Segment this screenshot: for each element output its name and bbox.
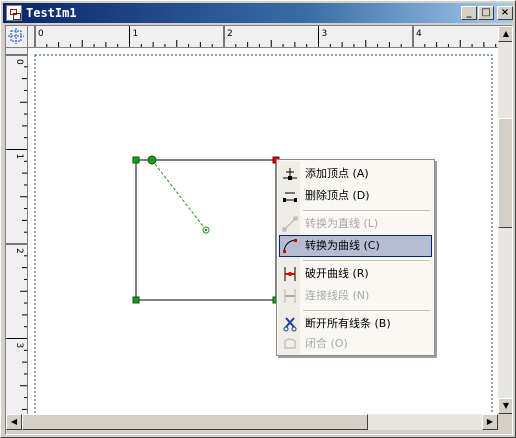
ruler-label: 4 <box>416 29 422 39</box>
menu-item-join-segments[interactable]: 连接线段 (N) <box>279 285 432 307</box>
menu-separator <box>303 210 430 211</box>
menu-item-close-path[interactable]: 闭合 (O) <box>279 333 432 355</box>
ruler-label: 1 <box>133 29 139 39</box>
horizontal-ruler[interactable]: 0 1 2 3 4 <box>28 26 498 48</box>
app-icon[interactable] <box>6 5 22 21</box>
vertical-ruler[interactable]: 0 1 2 3 <box>6 48 28 414</box>
control-handle-end-dot <box>204 228 208 232</box>
cut-all-icon <box>283 317 297 332</box>
vertical-scrollbar[interactable]: ▲ ▼ <box>498 26 512 414</box>
close-path-icon <box>284 338 296 349</box>
delete-vertex-icon <box>283 192 297 202</box>
to-line-icon <box>282 216 298 232</box>
ruler-label: 0 <box>38 29 44 39</box>
menu-item-label: 添加顶点 (A) <box>305 167 369 180</box>
ruler-label: 0 <box>14 59 24 65</box>
ruler-corner[interactable] <box>6 26 28 48</box>
control-handle-start[interactable] <box>147 155 157 165</box>
scroll-down-button[interactable]: ▼ <box>498 398 512 414</box>
vertical-scroll-thumb[interactable] <box>498 118 512 228</box>
menu-item-cut-all-lines[interactable]: 断开所有线条 (B) <box>279 313 432 335</box>
add-vertex-icon <box>283 168 297 180</box>
curve-control-line <box>151 159 207 231</box>
minimize-button[interactable]: _ <box>461 6 477 20</box>
context-menu: 添加顶点 (A) 删除顶点 (D) 转换为直线 (L) 转换为曲线 (C) 破开… <box>276 159 435 356</box>
menu-item-convert-to-line[interactable]: 转换为直线 (L) <box>279 213 432 235</box>
break-curve-icon <box>284 267 296 281</box>
scroll-up-button[interactable]: ▲ <box>498 26 512 42</box>
menu-separator <box>303 310 430 311</box>
scroll-left-button[interactable]: ◀ <box>6 414 22 430</box>
window-title: TestIm1 <box>26 6 77 20</box>
ruler-label: 2 <box>227 29 233 39</box>
menu-item-break-curve[interactable]: 破开曲线 (R) <box>279 263 432 285</box>
join-segments-icon <box>284 289 296 303</box>
crosshair-icon <box>8 28 24 44</box>
to-curve-icon <box>283 239 297 253</box>
menu-item-add-vertex[interactable]: 添加顶点 (A) <box>279 163 432 185</box>
application-window: TestIm1 _ □ × 0 1 2 3 4 0 1 2 3 ▲ ▼ ◀ ▶ 添加顶点 (A… <box>0 0 516 438</box>
menu-item-label: 闭合 (O) <box>305 337 348 350</box>
scroll-right-button[interactable]: ▶ <box>482 414 498 430</box>
menu-item-label: 连接线段 (N) <box>305 289 370 302</box>
maximize-button[interactable]: □ <box>478 6 494 20</box>
vertex-top-left[interactable] <box>132 156 140 164</box>
menu-item-label: 删除顶点 (D) <box>305 189 370 202</box>
menu-item-label: 断开所有线条 (B) <box>305 317 391 330</box>
close-button[interactable]: × <box>497 6 513 20</box>
menu-item-label: 转换为直线 (L) <box>305 217 379 230</box>
menu-item-label: 破开曲线 (R) <box>305 267 369 280</box>
menu-item-convert-to-curve[interactable]: 转换为曲线 (C) <box>279 235 432 257</box>
horizontal-scrollbar[interactable]: ◀ ▶ <box>6 414 498 430</box>
editor-area: 0 1 2 3 4 0 1 2 3 ▲ ▼ ◀ ▶ <box>5 25 513 435</box>
ruler-label: 3 <box>14 343 24 349</box>
title-bar[interactable]: TestIm1 _ □ × <box>3 3 513 23</box>
scroll-corner <box>498 414 512 430</box>
menu-separator <box>303 260 430 261</box>
vertex-bottom-left[interactable] <box>132 296 140 304</box>
menu-item-label: 转换为曲线 (C) <box>305 239 380 252</box>
ruler-label: 3 <box>322 29 328 39</box>
ruler-label: 1 <box>14 154 24 160</box>
horizontal-scroll-thumb[interactable] <box>22 414 368 430</box>
ruler-label: 2 <box>14 248 24 254</box>
menu-item-delete-vertex[interactable]: 删除顶点 (D) <box>279 185 432 207</box>
